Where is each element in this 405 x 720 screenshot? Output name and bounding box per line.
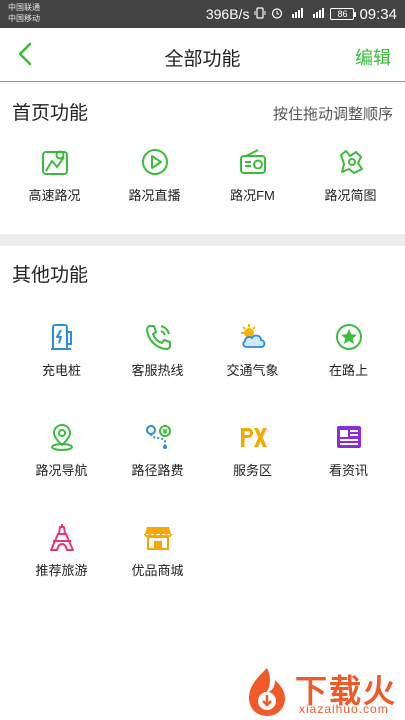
px-service-icon (240, 428, 267, 447)
feature-label: 服务区 (232, 463, 272, 478)
navigation-pin-icon (50, 423, 73, 451)
alarm-icon (271, 7, 283, 21)
simple-map-icon (339, 150, 363, 174)
feature-traffic-navigation[interactable]: 路况导航 (11, 422, 112, 492)
feature-label: 在路上 (328, 363, 368, 378)
feature-on-the-road[interactable]: 在路上 (298, 322, 399, 392)
shop-icon (143, 527, 172, 550)
feature-label: 客服热线 (131, 363, 184, 378)
battery-icon: 86 (330, 8, 357, 20)
feature-label: 推荐旅游 (35, 563, 88, 578)
title-bar: 全部功能 编辑 (0, 28, 405, 82)
feature-read-news[interactable]: 看资讯 (298, 422, 399, 492)
other-section-title: 其他功能 (12, 265, 89, 286)
charging-pile-icon (50, 324, 72, 350)
feature-premium-mall[interactable]: 优品商城 (107, 522, 208, 592)
home-section-title: 首页功能 (12, 103, 89, 124)
feature-label: 路况导航 (35, 463, 88, 478)
news-icon (336, 426, 361, 448)
page-title: 全部功能 (164, 49, 241, 70)
signal-4g-icon (288, 7, 304, 21)
edit-button[interactable]: 编辑 (355, 44, 391, 70)
route-fee-icon (145, 425, 171, 449)
feature-charging-pile[interactable]: 充电桩 (11, 322, 112, 392)
status-bar: 中国联通 中国移动 396B/s 86 09:34 (0, 0, 405, 28)
clock: 09:34 (359, 5, 397, 23)
feature-label: 路况直播 (128, 188, 181, 203)
feature-label: 交通气象 (226, 363, 279, 378)
feature-label: 路况简图 (324, 188, 377, 203)
feature-label: 路况FM (230, 188, 275, 203)
net-speed: 396B/s (205, 6, 250, 22)
feature-highway-traffic[interactable]: 高速路况 (4, 147, 105, 217)
radio-icon (239, 149, 266, 174)
feature-route-fee[interactable]: 路径路费 (107, 422, 208, 492)
feature-traffic-fm[interactable]: 路况FM (202, 147, 303, 217)
highway-map-icon (41, 150, 68, 175)
feature-live-traffic[interactable]: 路况直播 (104, 147, 205, 217)
carrier-2: 中国移动 (8, 14, 40, 23)
watermark-logo: 下载火 xiazaihuo.com (239, 664, 399, 718)
feature-label: 看资讯 (328, 463, 368, 478)
section-divider (0, 234, 405, 246)
phone-hotline-icon (145, 325, 171, 350)
feature-service-area[interactable]: 服务区 (202, 422, 303, 492)
feature-service-hotline[interactable]: 客服热线 (107, 322, 208, 392)
feature-recommended-travel[interactable]: 推荐旅游 (11, 522, 112, 592)
drag-hint: 按住拖动调整顺序 (272, 106, 393, 123)
eiffel-tower-icon (49, 524, 74, 551)
star-badge-icon (335, 324, 362, 350)
feature-label: 优品商城 (131, 563, 184, 578)
feature-label: 路径路费 (131, 463, 184, 478)
watermark-url: xiazaihuo.com (299, 702, 389, 716)
feature-traffic-weather[interactable]: 交通气象 (202, 322, 303, 392)
vibrate-icon (254, 7, 266, 21)
signal-2g-icon (309, 7, 325, 21)
weather-icon (240, 324, 265, 348)
flame-logo-icon (249, 668, 285, 716)
feature-label: 高速路况 (28, 188, 81, 203)
carrier-1: 中国联通 (8, 3, 40, 12)
feature-label: 充电桩 (41, 363, 81, 378)
play-circle-icon (141, 149, 168, 175)
feature-traffic-simple-map[interactable]: 路况简图 (300, 147, 401, 217)
